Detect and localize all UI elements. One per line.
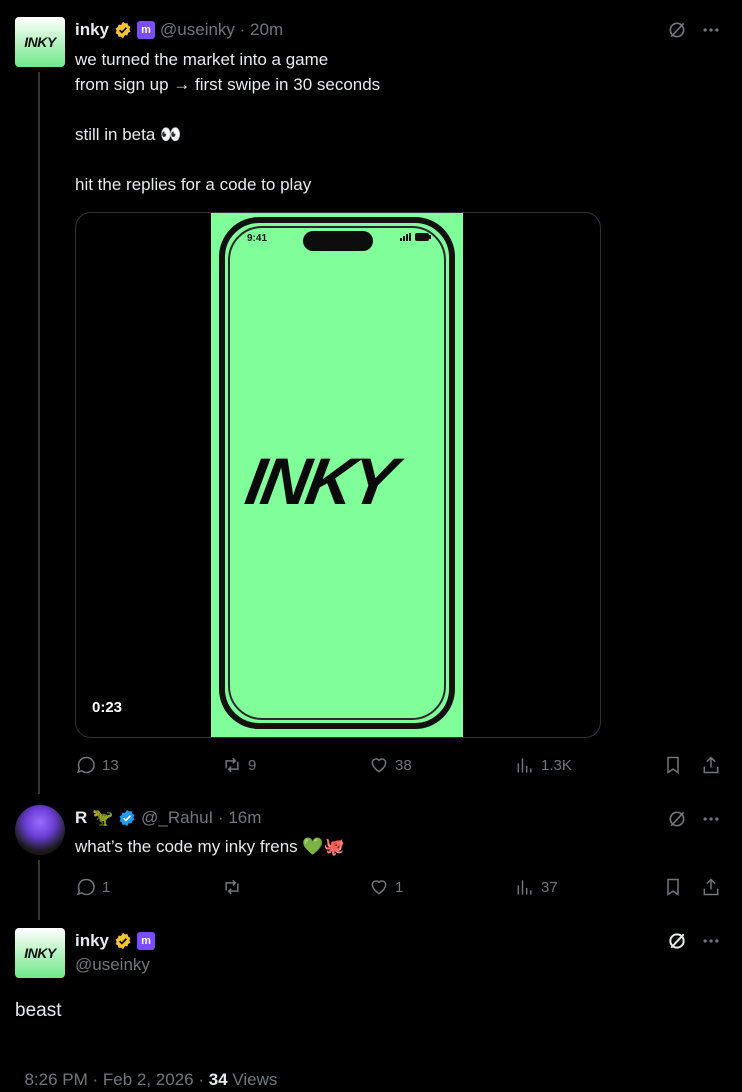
views-button[interactable]: 1.3K [515, 755, 572, 775]
view-count: 1.3K [541, 756, 572, 774]
like-count: 38 [395, 756, 412, 774]
grok-icon[interactable] [666, 808, 688, 830]
like-icon [371, 880, 387, 895]
tweet-meta: 8:26 PM · Feb 2, 2026 · 34 Views [15, 1050, 277, 1090]
author-handle[interactable]: @useinky [75, 955, 150, 975]
avatar[interactable]: INKY [15, 17, 65, 67]
video-media[interactable]: 9:41 INKY 0:23 [75, 212, 601, 738]
dynamic-island [303, 231, 373, 251]
affiliate-badge-icon: m [137, 932, 156, 950]
views-button[interactable]: 37 [515, 877, 558, 897]
reply-button[interactable]: 1 [76, 877, 110, 897]
share-icon[interactable] [700, 754, 722, 776]
author-name[interactable]: inky [75, 20, 109, 40]
bookmark-icon[interactable] [662, 754, 684, 776]
repost-icon [225, 757, 239, 773]
timestamp[interactable]: 8:26 PM · Feb 2, 2026 · [24, 1070, 208, 1089]
avatar[interactable] [15, 805, 65, 855]
bookmark-icon[interactable] [662, 876, 684, 898]
like-count: 1 [395, 878, 404, 896]
verified-gold-icon [115, 932, 131, 950]
phone-status-icons [400, 233, 431, 241]
affiliate-badge-icon: m [137, 21, 156, 39]
avatar[interactable]: INKY [15, 928, 65, 978]
author-name[interactable]: inky [75, 931, 109, 951]
tweet-header: inky m @useinky · 20m [75, 18, 283, 42]
reply-count: 13 [102, 756, 119, 774]
view-count: 37 [541, 878, 558, 896]
thread-line [38, 860, 40, 920]
repost-count: 9 [248, 756, 257, 774]
handle-time[interactable]: @_RahuI · 16m [141, 808, 261, 828]
tweet-header: R 🦖 @_RahuI · 16m [75, 806, 261, 830]
more-icon[interactable] [700, 19, 722, 41]
phone-time: 9:41 [247, 233, 268, 244]
author-name[interactable]: R 🦖 [75, 808, 113, 828]
reply-button[interactable]: 13 [76, 755, 119, 775]
views-icon [517, 758, 532, 773]
like-button[interactable]: 1 [369, 877, 403, 897]
views-count: 34 [208, 1070, 228, 1089]
views-icon [517, 880, 532, 895]
avatar-text: INKY [24, 34, 56, 50]
like-icon [371, 758, 387, 773]
reply-count: 1 [102, 878, 111, 896]
repost-button[interactable] [222, 877, 248, 897]
more-icon[interactable] [700, 808, 722, 830]
views-label: Views [227, 1070, 278, 1089]
thread-line [38, 72, 40, 794]
avatar-text: INKY [24, 945, 56, 961]
video-duration: 0:23 [92, 699, 123, 716]
video-frame: 9:41 INKY [211, 213, 463, 737]
more-icon[interactable] [700, 930, 722, 952]
reply-icon [76, 878, 95, 896]
tweet-header: inky m [75, 929, 156, 953]
tweet-body: we turned the market into a game from si… [75, 50, 381, 194]
verified-gold-icon [115, 21, 131, 39]
tweet-body: beast [15, 1000, 62, 1021]
grok-icon[interactable] [666, 19, 688, 41]
verified-blue-icon [119, 809, 135, 827]
share-icon[interactable] [700, 876, 722, 898]
tweet-body: what’s the code my inky frens 💚🐙 [75, 837, 345, 856]
repost-icon [225, 879, 239, 895]
phone-mockup: 9:41 INKY [219, 217, 455, 729]
handle-time[interactable]: @useinky · 20m [160, 20, 283, 40]
inky-logo: INKY [240, 444, 400, 518]
repost-button[interactable]: 9 [222, 755, 256, 775]
like-button[interactable]: 38 [369, 755, 412, 775]
reply-icon [76, 756, 95, 774]
grok-icon[interactable] [666, 930, 688, 952]
